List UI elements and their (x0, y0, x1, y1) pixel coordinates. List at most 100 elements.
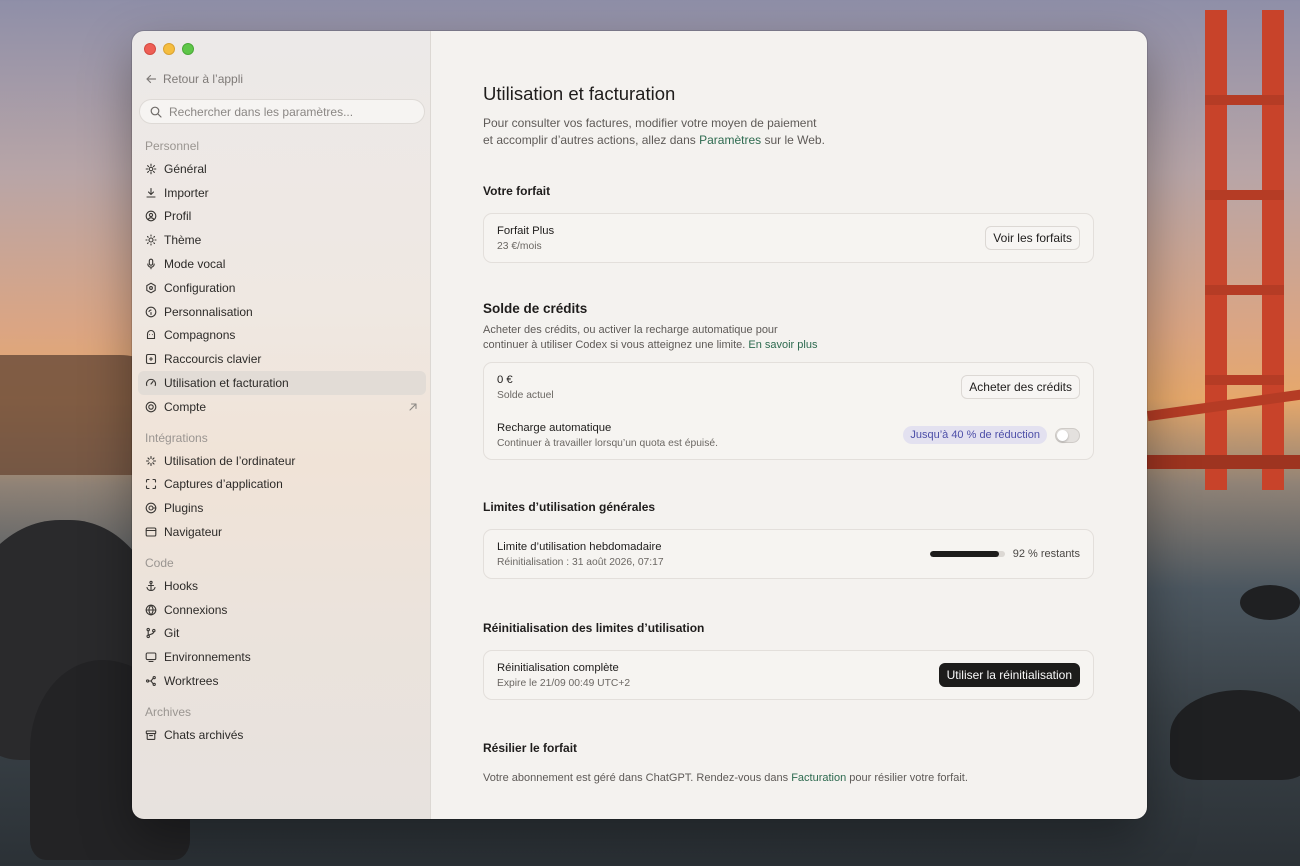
buy-credits-button[interactable]: Acheter des crédits (961, 375, 1080, 399)
sidebar-item-label: Compagnons (164, 328, 236, 343)
auto-recharge-subtitle: Continuer à travailler lorsqu’un quota e… (497, 437, 718, 449)
keyboard-icon (145, 354, 157, 365)
page-description: Pour consulter vos factures, modifier vo… (483, 115, 1094, 149)
search-input[interactable] (169, 104, 409, 119)
minimize-window-button[interactable] (163, 43, 175, 55)
sidebar-item-navigateur[interactable]: Navigateur (138, 520, 426, 544)
reset-row: Réinitialisation complète Expire le 21/0… (497, 651, 1080, 699)
sidebar-item-personnalisation[interactable]: Personnalisation (138, 300, 426, 324)
worktree-icon (145, 675, 156, 687)
weekly-limit-row: Limite d’utilisation hebdomadaire Réinit… (497, 530, 1080, 578)
reset-card: Réinitialisation complète Expire le 21/0… (483, 650, 1094, 700)
settings-web-link[interactable]: Paramètres (699, 133, 761, 147)
sidebar-item-compte[interactable]: Compte (138, 395, 426, 419)
wallpaper-bridge-deck (1147, 455, 1300, 469)
cancel-text-start: Votre abonnement est géré dans ChatGPT. … (483, 772, 792, 784)
sidebar-item-label: Chats archivés (164, 727, 244, 742)
monitor-icon (145, 652, 157, 663)
sidebar-item-general[interactable]: Général (138, 157, 426, 181)
balance-value: 0 € (497, 373, 513, 386)
sidebar-item-label: Connexions (164, 602, 228, 617)
plan-row: Forfait Plus 23 €/mois Voir les forfaits (497, 214, 1080, 262)
sidebar-item-git[interactable]: Git (138, 622, 426, 646)
auto-recharge-row: Recharge automatique Continuer à travail… (497, 411, 1080, 459)
balance-label: Solde actuel (497, 389, 554, 401)
sidebar-item-label: Plugins (164, 501, 204, 516)
toggle-knob (1057, 429, 1068, 441)
sidebar-item-profil[interactable]: Profil (138, 205, 426, 229)
sidebar-item-label: Worktrees (164, 674, 219, 689)
auto-recharge-toggle[interactable] (1055, 427, 1080, 443)
sidebar-item-label: Git (164, 626, 180, 641)
remaining-label: 92 % restants (1012, 548, 1080, 560)
search-box[interactable] (139, 99, 425, 124)
sidebar-item-captures-d-application[interactable]: Captures d’application (138, 473, 426, 497)
wallpaper-bridge-tower (1262, 10, 1284, 490)
user-circle-icon (145, 211, 157, 222)
use-reset-button[interactable]: Utiliser la réinitialisation (938, 663, 1080, 687)
usage-progress-fill (929, 551, 999, 557)
nav-section-integrations: Intégrations (145, 430, 208, 445)
sidebar-item-label: Configuration (164, 280, 236, 295)
credits-desc-line-1: Acheter des crédits, ou activer la recha… (483, 324, 778, 336)
wallpaper-bridge-crossbar (1205, 190, 1284, 200)
billing-content: Utilisation et facturation Pour consulte… (483, 83, 1094, 784)
settings-nav: Personnel Général Importer Profil Thème Mode … (138, 135, 426, 747)
sidebar-item-environnements[interactable]: Environnements (138, 645, 426, 669)
weekly-limit-title: Limite d’utilisation hebdomadaire (497, 540, 662, 553)
anchor-icon (146, 580, 156, 591)
config-icon (146, 282, 156, 294)
companion-icon (146, 330, 156, 340)
auto-recharge-title: Recharge automatique (497, 421, 612, 434)
weekly-limit-reset: Réinitialisation : 31 août 2026, 07:17 (497, 556, 664, 568)
sidebar-item-utilisation-de-l-ordinateur[interactable]: Utilisation de l’ordinateur (138, 449, 426, 473)
sidebar-item-label: Importer (164, 185, 209, 200)
view-plans-button[interactable]: Voir les forfaits (985, 226, 1080, 250)
sidebar-item-label: Environnements (164, 650, 251, 665)
microphone-icon (147, 258, 155, 270)
desc-line-2-start: et accomplir d’autres actions, allez dan… (483, 133, 700, 147)
sidebar-item-label: Utilisation de l’ordinateur (164, 453, 296, 468)
billing-link[interactable]: Facturation (791, 772, 846, 784)
sidebar-item-label: Utilisation et facturation (164, 376, 289, 391)
wallpaper-bridge-crossbar (1205, 375, 1284, 385)
sidebar-item-label: Thème (164, 233, 202, 248)
limits-heading: Limites d’utilisation générales (483, 500, 656, 514)
sidebar-item-worktrees[interactable]: Worktrees (138, 669, 426, 693)
plan-price: 23 €/mois (497, 240, 542, 252)
archive-icon (145, 730, 157, 740)
discount-badge: Jusqu’à 40 % de réduction (903, 426, 1047, 444)
sidebar-item-utilisation-et-facturation[interactable]: Utilisation et facturation (138, 371, 426, 395)
sidebar-item-configuration[interactable]: Configuration (138, 276, 426, 300)
sidebar-item-theme[interactable]: Thème (138, 228, 426, 252)
sidebar-item-importer[interactable]: Importer (138, 181, 426, 205)
sidebar-item-chats-archives[interactable]: Chats archivés (138, 723, 426, 747)
git-branch-icon (146, 628, 156, 639)
reset-heading: Réinitialisation des limites d’utilisati… (483, 621, 705, 635)
sidebar-item-mode-vocal[interactable]: Mode vocal (138, 252, 426, 276)
main-panel: Utilisation et facturation Pour consulte… (431, 31, 1147, 819)
sidebar-item-plugins[interactable]: Plugins (138, 496, 426, 520)
download-icon (146, 187, 156, 198)
back-to-app-link[interactable]: Retour à l’appli (145, 72, 243, 86)
close-window-button[interactable] (144, 43, 156, 55)
capture-icon (145, 479, 157, 490)
page-title: Utilisation et facturation (483, 83, 676, 104)
learn-more-link[interactable]: En savoir plus (748, 339, 817, 351)
sidebar-item-label: Général (164, 161, 207, 176)
nav-section-archives: Archives (145, 704, 192, 719)
zoom-window-button[interactable] (182, 43, 194, 55)
sidebar-item-compagnons[interactable]: Compagnons (138, 324, 426, 348)
credits-desc-line-2: continuer à utiliser Codex si vous attei… (483, 339, 749, 351)
reset-title: Réinitialisation complète (497, 661, 619, 674)
credits-description: Acheter des crédits, ou activer la recha… (483, 323, 1094, 353)
sidebar-item-raccourcis-clavier[interactable]: Raccourcis clavier (138, 347, 426, 371)
account-icon (145, 401, 157, 413)
plugin-icon (145, 502, 157, 514)
cancel-text-end: pour résilier votre forfait. (846, 772, 968, 784)
sidebar-item-connexions[interactable]: Connexions (138, 598, 426, 622)
cancel-heading: Résilier le forfait (483, 741, 578, 755)
sidebar-item-hooks[interactable]: Hooks (138, 574, 426, 598)
